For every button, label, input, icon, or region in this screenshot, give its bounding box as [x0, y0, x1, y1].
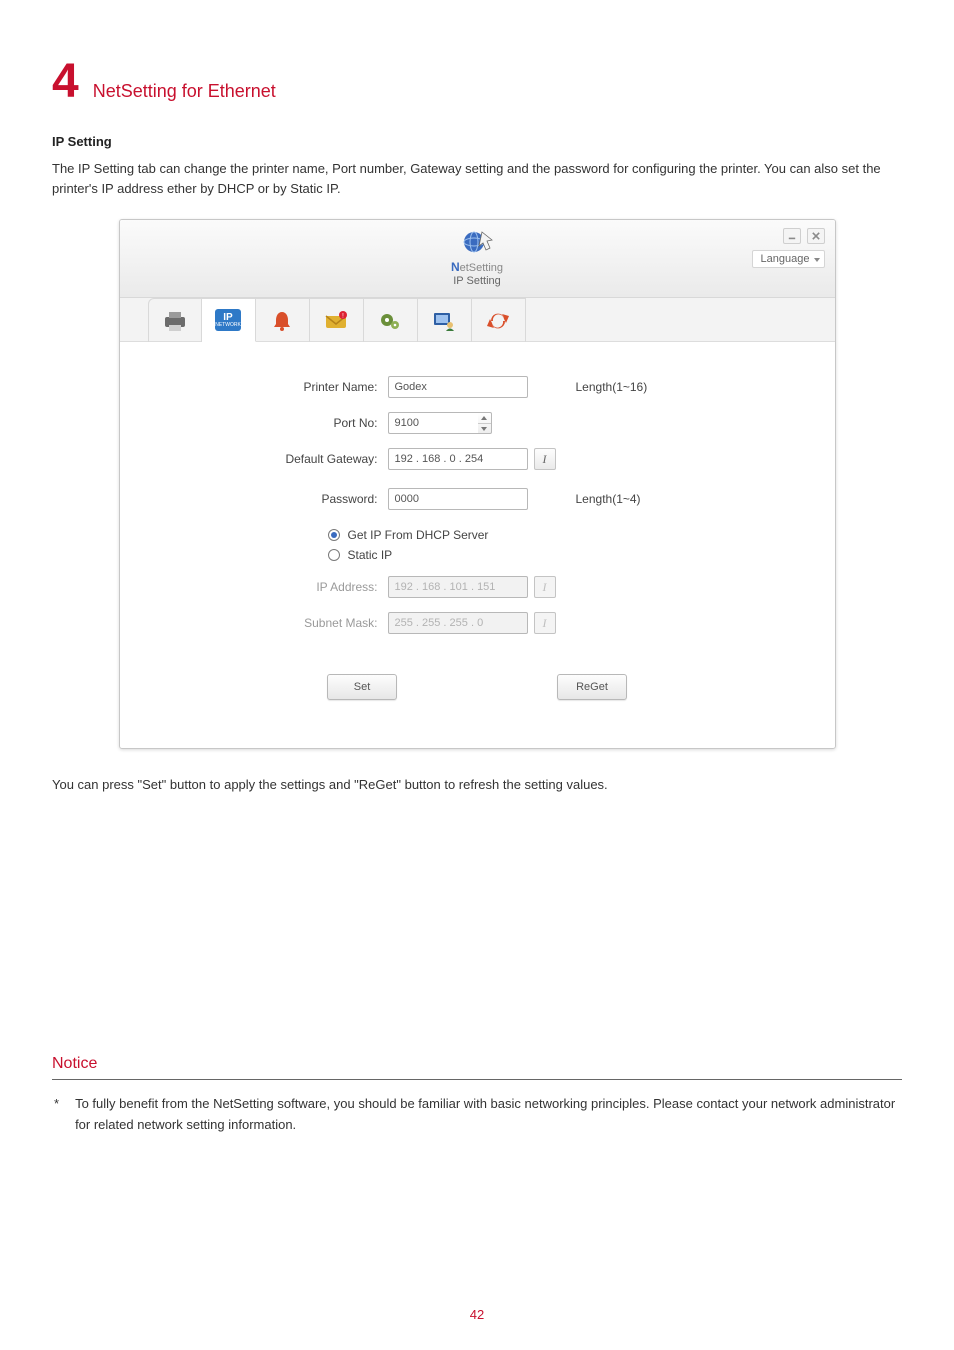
form-panel: Printer Name: Length(1~16) Port No: Defa… — [120, 342, 835, 748]
chapter-title: NetSetting for Ethernet — [93, 81, 276, 102]
ip-network-icon: IPNETWORK — [215, 309, 241, 331]
gateway-label: Default Gateway: — [160, 452, 388, 466]
port-stepper[interactable] — [478, 412, 492, 434]
chevron-up-icon — [478, 413, 491, 424]
globe-cursor-icon — [460, 228, 494, 258]
radio-on-icon — [328, 529, 340, 541]
set-button[interactable]: Set — [327, 674, 397, 700]
notice-heading: Notice — [52, 1055, 902, 1073]
after-paragraph: You can press "Set" button to apply the … — [52, 775, 902, 795]
printer-name-hint: Length(1~16) — [576, 380, 648, 394]
subnet-input — [388, 612, 528, 634]
notice-bullet: * — [54, 1094, 59, 1134]
notice-divider — [52, 1079, 902, 1080]
tab-mail[interactable]: ! — [310, 298, 364, 342]
close-icon — [812, 232, 820, 240]
static-radio-label: Static IP — [348, 548, 393, 562]
bell-gear-icon — [269, 308, 295, 334]
tab-settings[interactable] — [364, 298, 418, 342]
gears-icon — [377, 308, 403, 334]
window-titlebar: NetSetting IP Setting Language — [120, 220, 835, 298]
dhcp-radio-row[interactable]: Get IP From DHCP Server — [328, 528, 795, 542]
chevron-down-icon — [478, 424, 491, 434]
ipaddress-info-button: I — [534, 576, 556, 598]
subnet-info-button: I — [534, 612, 556, 634]
refresh-arrows-icon — [485, 308, 511, 334]
printer-name-input[interactable] — [388, 376, 528, 398]
printer-name-label: Printer Name: — [160, 380, 388, 394]
port-label: Port No: — [160, 416, 388, 430]
intro-paragraph: The IP Setting tab can change the printe… — [52, 159, 902, 199]
minimize-button[interactable] — [783, 228, 801, 244]
dhcp-radio-label: Get IP From DHCP Server — [348, 528, 489, 542]
ipaddress-input — [388, 576, 528, 598]
tab-terminal[interactable] — [418, 298, 472, 342]
app-name: NetSetting — [451, 260, 503, 274]
password-input[interactable] — [388, 488, 528, 510]
terminal-user-icon — [431, 308, 457, 334]
radio-off-icon — [328, 549, 340, 561]
mail-alert-icon: ! — [323, 308, 349, 334]
app-window: NetSetting IP Setting Language IPNETWORK… — [119, 219, 836, 749]
subnet-label: Subnet Mask: — [160, 616, 388, 630]
printer-icon — [162, 308, 188, 334]
password-label: Password: — [160, 492, 388, 506]
gateway-input[interactable] — [388, 448, 528, 470]
gateway-info-button[interactable]: I — [534, 448, 556, 470]
static-radio-row[interactable]: Static IP — [328, 548, 795, 562]
app-brand: NetSetting IP Setting — [451, 228, 503, 287]
port-input[interactable] — [388, 412, 478, 434]
tab-firmware[interactable] — [472, 298, 526, 342]
tab-printer[interactable] — [148, 298, 202, 342]
reget-button[interactable]: ReGet — [557, 674, 627, 700]
chapter-number: 4 — [52, 58, 79, 106]
page-number: 42 — [0, 1307, 954, 1322]
section-heading: IP Setting — [52, 134, 902, 149]
notice-text: To fully benefit from the NetSetting sof… — [75, 1094, 902, 1134]
tab-alert[interactable] — [256, 298, 310, 342]
notice-item: * To fully benefit from the NetSetting s… — [52, 1094, 902, 1134]
window-subtitle: IP Setting — [451, 275, 503, 287]
ipaddress-label: IP Address: — [160, 580, 388, 594]
close-button[interactable] — [807, 228, 825, 244]
tab-bar: IPNETWORK ! — [120, 298, 835, 342]
language-dropdown[interactable]: Language — [752, 250, 825, 268]
tab-ip-setting[interactable]: IPNETWORK — [202, 298, 256, 342]
chapter-heading: 4 NetSetting for Ethernet — [52, 58, 902, 106]
minimize-icon — [788, 232, 796, 240]
password-hint: Length(1~4) — [576, 492, 641, 506]
